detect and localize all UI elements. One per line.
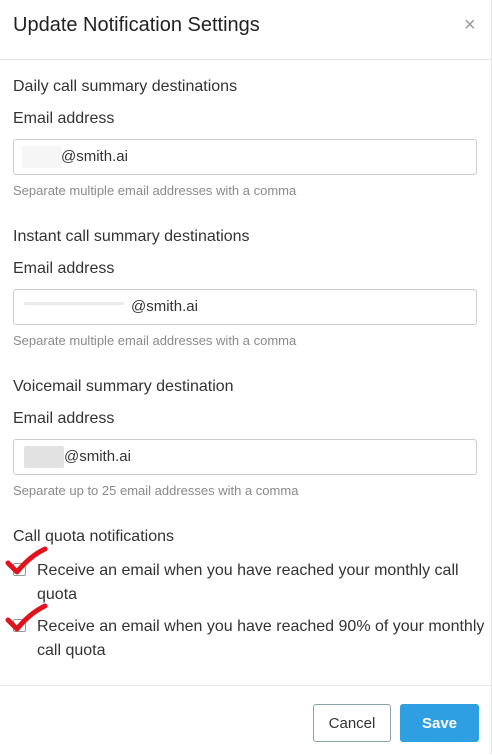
annotation-checkmark-icon bbox=[5, 546, 48, 575]
instant-email-label: Email address bbox=[13, 260, 115, 277]
daily-email-label: Email address bbox=[13, 110, 115, 127]
save-button[interactable]: Save bbox=[400, 704, 479, 742]
cancel-button[interactable]: Cancel bbox=[313, 704, 391, 742]
voicemail-email-help: Separate up to 25 email addresses with a… bbox=[13, 483, 299, 498]
daily-email-input[interactable]: @smith.ai bbox=[13, 139, 477, 175]
voicemail-email-label: Email address bbox=[13, 410, 115, 427]
instant-email-input[interactable]: @smith.ai bbox=[13, 289, 477, 325]
close-icon[interactable]: × bbox=[464, 15, 476, 35]
modal-footer: Cancel Save bbox=[0, 685, 491, 755]
daily-email-help: Separate multiple email addresses with a… bbox=[13, 183, 297, 198]
quota-section-label: Call quota notifications bbox=[13, 528, 174, 545]
annotation-checkmark-icon bbox=[5, 603, 48, 632]
quota-option-90-percent[interactable]: Receive an email when you have reached 9… bbox=[13, 615, 484, 663]
monthly-quota-label: Receive an email when you have reached y… bbox=[37, 562, 459, 603]
notification-settings-modal: Update Notification Settings × Daily cal… bbox=[0, 0, 492, 754]
instant-summary-section-label: Instant call summary destinations bbox=[13, 228, 250, 245]
instant-email-value: @smith.ai bbox=[131, 298, 198, 315]
modal-title: Update Notification Settings bbox=[13, 14, 260, 36]
ninety-percent-quota-label: Receive an email when you have reached 9… bbox=[37, 618, 485, 659]
modal-header: Update Notification Settings × bbox=[0, 0, 491, 60]
redacted-blur bbox=[22, 146, 62, 168]
instant-email-help: Separate multiple email addresses with a… bbox=[13, 333, 297, 348]
daily-email-value: @smith.ai bbox=[61, 148, 128, 165]
voicemail-email-input[interactable]: @smith.ai bbox=[13, 439, 477, 475]
voicemail-summary-section-label: Voicemail summary destination bbox=[13, 378, 234, 395]
redacted-blur bbox=[24, 446, 64, 468]
daily-summary-section-label: Daily call summary destinations bbox=[13, 78, 238, 95]
quota-option-monthly[interactable]: Receive an email when you have reached y… bbox=[13, 559, 483, 607]
voicemail-email-value: @smith.ai bbox=[64, 448, 131, 465]
redacted-blur bbox=[24, 302, 124, 305]
